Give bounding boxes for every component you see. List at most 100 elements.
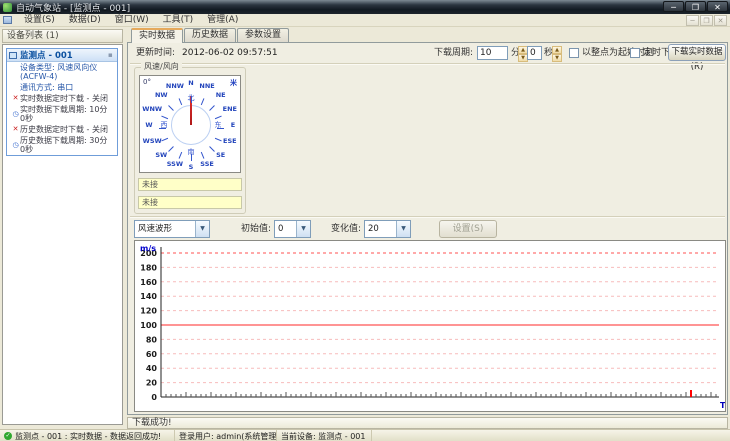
- svg-text:T: T: [720, 401, 725, 410]
- device-detail-lines: 设备类型: 风速风向仪 (ACFW-4) 通讯方式: 串口 ✕ 实时数据定时下载 - …: [7, 62, 117, 155]
- compass-direction-label: E: [230, 121, 236, 129]
- menu-item-数[interactable]: 数据(D): [62, 14, 108, 27]
- svg-text:40: 40: [146, 364, 158, 373]
- menu-item-窗[interactable]: 窗口(W): [108, 14, 156, 27]
- clock-icon: ◷: [12, 140, 19, 149]
- tab-历史数据[interactable]: 历史数据: [184, 28, 237, 42]
- menu-items: 设置(S) 数据(D) 窗口(W) 工具(T) 管理(A): [17, 14, 245, 27]
- device-detail-line[interactable]: ◷ 实时数据下载周期: 10分 0秒: [7, 104, 117, 124]
- device-detail-line[interactable]: ◷ 历史数据下载周期: 30分 0秒: [7, 135, 117, 155]
- device-detail-text: 实时数据定时下载 - 关闭: [20, 94, 108, 103]
- device-card-header[interactable]: 监测点 - 001 ▪: [7, 49, 117, 62]
- chevron-down-icon[interactable]: ▼: [396, 221, 410, 237]
- mdi-minimize-button[interactable]: ─: [686, 15, 699, 26]
- compass-direction-label: ESE: [223, 137, 237, 146]
- set-button[interactable]: 设置(S): [439, 220, 497, 238]
- compass-direction-label: NW: [154, 91, 168, 100]
- device-list-panel: 设备列表 (1) 监测点 - 001 ▪ 设备类型: 风速风向仪 (ACFW-4…: [2, 29, 123, 425]
- clock-icon: ◷: [12, 109, 19, 118]
- svg-text:180: 180: [140, 263, 157, 272]
- compass-direction-label: SW: [155, 150, 168, 159]
- tab-实时数据[interactable]: 实时数据: [131, 28, 184, 43]
- success-check-icon: ✓: [4, 432, 12, 440]
- spin-down-icon[interactable]: ▼: [552, 54, 562, 62]
- device-detail-line[interactable]: 通讯方式: 串口: [7, 82, 117, 93]
- spin-up-icon[interactable]: ▲: [552, 46, 562, 54]
- period-seconds-input[interactable]: 0: [527, 46, 542, 60]
- realtime-data-panel: 更新时间: 2012-06-02 09:57:51 下载周期: 10 分 ▲ ▼ …: [127, 42, 728, 415]
- window-title: 自动气象站 - [监测点 - 001]: [16, 3, 131, 14]
- title-bar[interactable]: 自动气象站 - [监测点 - 001] ─ ❐ ✕: [0, 0, 730, 14]
- chevron-down-icon[interactable]: ▼: [195, 221, 209, 237]
- cross-icon: ✕: [12, 94, 19, 102]
- update-time-label: 更新时间:: [136, 48, 176, 58]
- waveform-select[interactable]: 风速波形 ▼: [134, 220, 210, 238]
- menu-bar: 设置(S) 数据(D) 窗口(W) 工具(T) 管理(A) ─ ❐ ✕: [0, 14, 730, 27]
- device-detail-text: 历史数据定时下载 - 关闭: [20, 125, 108, 134]
- close-button[interactable]: ✕: [707, 1, 728, 12]
- mdi-child-icon[interactable]: [3, 16, 12, 24]
- menu-item-工[interactable]: 工具(T): [156, 14, 201, 27]
- compass-tick: [168, 146, 174, 152]
- wind-speed-chart: 0 20 40 60 80 100 120 140 160 180 200 m/s T: [134, 240, 726, 412]
- mdi-close-button[interactable]: ✕: [714, 15, 727, 26]
- delta-value-label: 变化值:: [331, 224, 362, 234]
- init-selected-value: 0: [278, 224, 284, 234]
- mdi-restore-button[interactable]: ❐: [700, 15, 713, 26]
- compass-cn-south: 南: [187, 148, 195, 156]
- cross-icon: ✕: [12, 125, 19, 133]
- waveform-selected-value: 风速波形: [138, 224, 173, 234]
- compass-tick: [214, 137, 222, 142]
- pin-icon[interactable]: ▪: [108, 51, 115, 59]
- device-name: 监测点 - 001: [20, 51, 73, 61]
- seconds-spinner[interactable]: ▲ ▼: [552, 46, 562, 62]
- period-minutes-input[interactable]: 10: [477, 46, 508, 60]
- device-detail-line[interactable]: ✕ 实时数据定时下载 - 关闭: [7, 93, 117, 104]
- mdi-window-buttons: ─ ❐ ✕: [686, 15, 727, 26]
- svg-text:m/s: m/s: [140, 244, 156, 253]
- compass-cn-east: 东: [214, 121, 222, 129]
- tab-参数设置[interactable]: 参数设置: [237, 28, 290, 42]
- download-realtime-button[interactable]: 下载实时数据(R): [668, 44, 726, 72]
- app-icon: [3, 2, 12, 12]
- update-time-value: 2012-06-02 09:57:51: [182, 48, 278, 58]
- hour-align-checkbox[interactable]: [569, 48, 579, 58]
- compass-direction-label: ENE: [222, 104, 237, 113]
- timed-download-checkbox[interactable]: [630, 48, 640, 58]
- compass-tick: [209, 146, 215, 152]
- device-detail-line[interactable]: 设备类型: 风速风向仪 (ACFW-4): [7, 62, 117, 82]
- menu-item-管[interactable]: 管理(A): [200, 14, 245, 27]
- compass-direction-label: SE: [216, 150, 226, 159]
- compass-direction-label: WNW: [142, 104, 163, 113]
- wind-group-box: 风速/风向 N NNE NE ENE E ESE SE SSE S SSW SW WSW W WNW NW N…: [134, 62, 246, 214]
- device-detail-line[interactable]: ✕ 历史数据定时下载 - 关闭: [7, 124, 117, 135]
- compass-direction-label: N: [188, 79, 194, 87]
- svg-text:60: 60: [146, 350, 158, 359]
- status-device-segment: 当前设备: 监测点 - 001: [277, 430, 372, 441]
- svg-text:80: 80: [146, 335, 158, 344]
- compass-cn-north: 北: [187, 94, 195, 102]
- separator: [130, 216, 725, 218]
- tab-strip: 实时数据 历史数据 参数设置: [131, 28, 290, 43]
- compass-direction-label: NNW: [165, 82, 184, 91]
- chart-svg: 020406080100120140160180200m/sT: [140, 244, 726, 410]
- delta-value-select[interactable]: 20 ▼: [364, 220, 411, 238]
- status-message: 监测点 - 001 : 实时数据 - 数据返回成功!: [15, 431, 162, 441]
- delta-selected-value: 20: [368, 224, 379, 234]
- compass-direction-label: W: [145, 121, 153, 129]
- compass-tick: [200, 151, 205, 159]
- svg-text:160: 160: [140, 278, 157, 287]
- compass-tick: [209, 105, 215, 111]
- maximize-button[interactable]: ❐: [685, 1, 706, 12]
- init-value-select[interactable]: 0 ▼: [274, 220, 311, 238]
- minimize-button[interactable]: ─: [663, 1, 684, 12]
- compass-tick: [161, 137, 169, 142]
- menu-item-设[interactable]: 设置(S): [17, 14, 62, 27]
- status-user-segment: 登录用户: admin(系统管理员): [175, 430, 277, 441]
- chevron-down-icon[interactable]: ▼: [296, 221, 310, 237]
- svg-text:120: 120: [140, 307, 157, 316]
- device-list[interactable]: 监测点 - 001 ▪ 设备类型: 风速风向仪 (ACFW-4) 通讯方式: 串口…: [2, 44, 123, 425]
- device-card[interactable]: 监测点 - 001 ▪ 设备类型: 风速风向仪 (ACFW-4) 通讯方式: 串口…: [6, 48, 118, 156]
- device-detail-text: 历史数据下载周期: 30分 0秒: [20, 136, 108, 154]
- wind-group-title: 风速/风向: [141, 62, 182, 72]
